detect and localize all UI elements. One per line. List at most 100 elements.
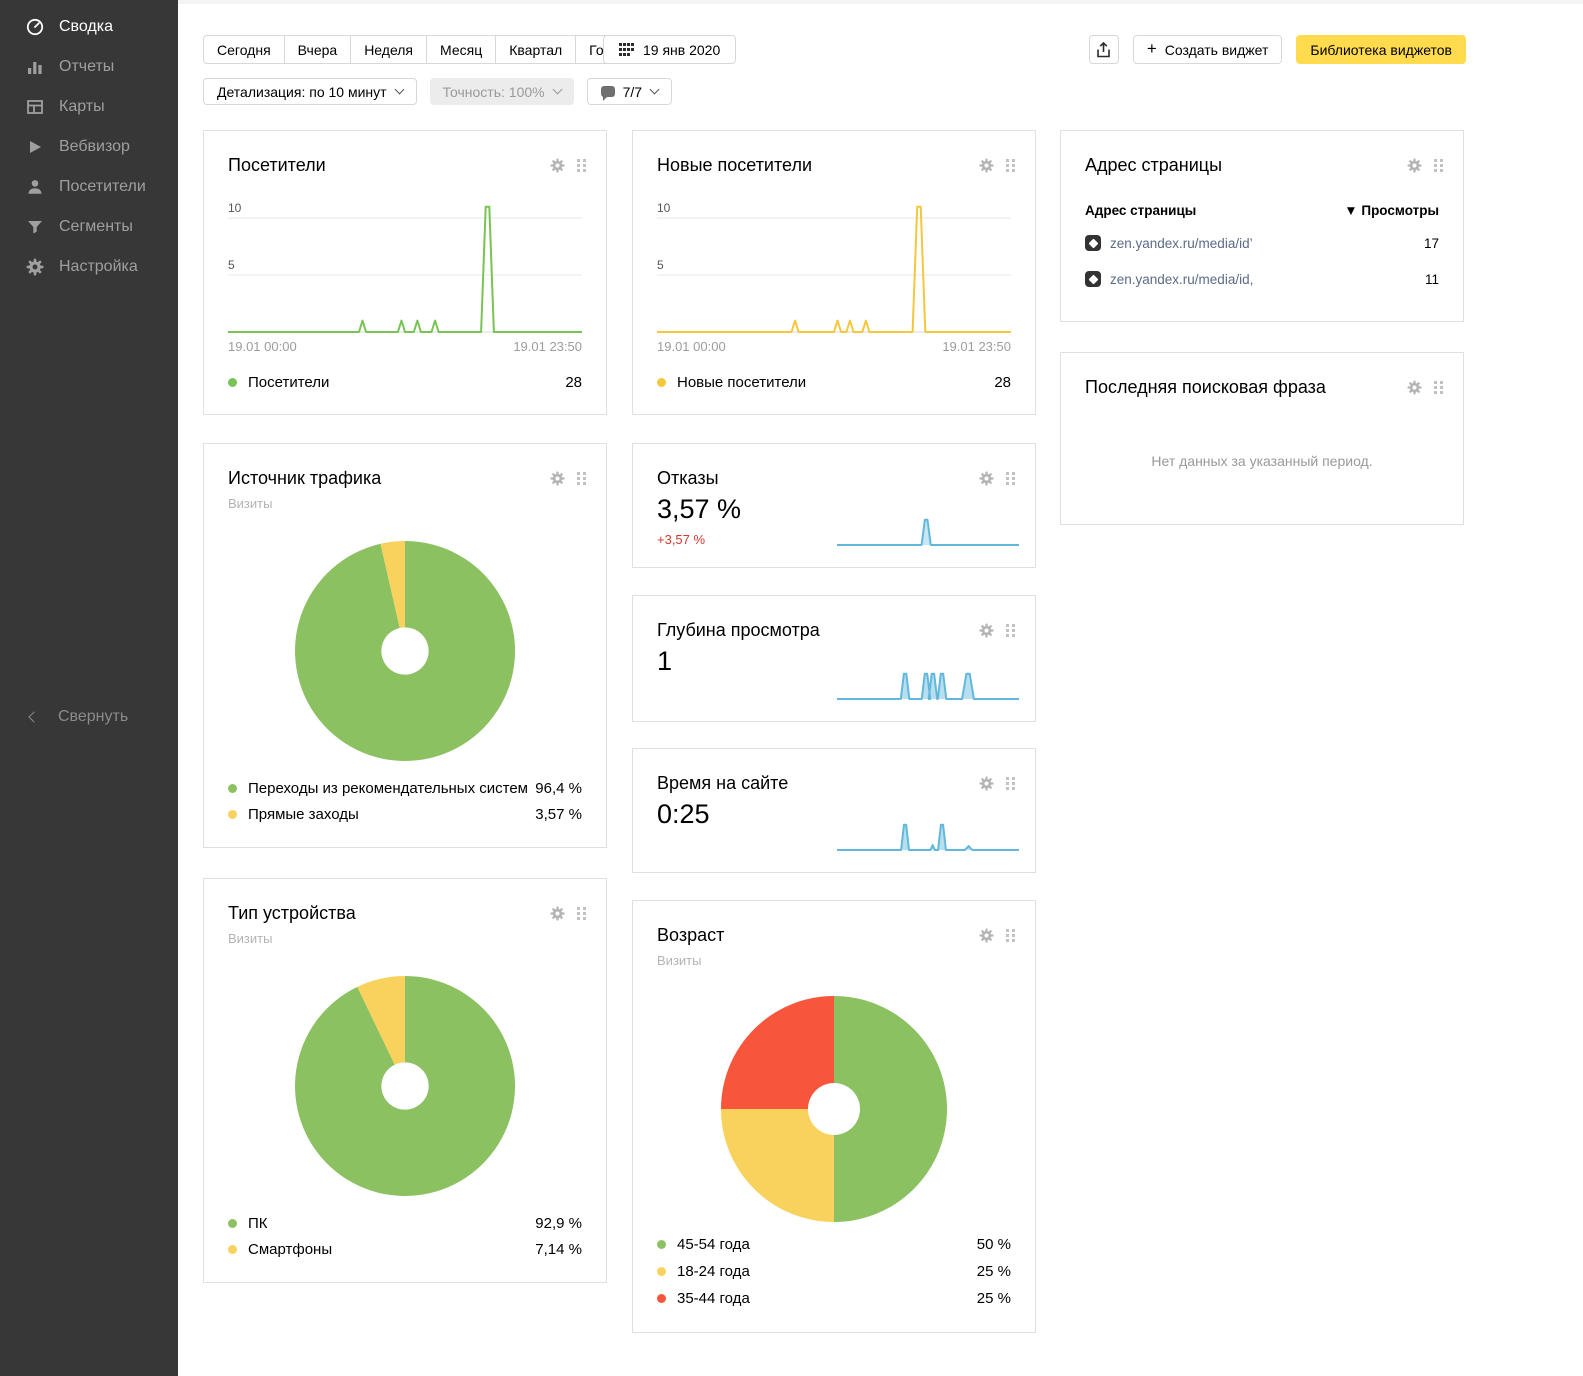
sidebar-item-label: Карты xyxy=(59,98,105,116)
sidebar-item-label: Сводка xyxy=(59,18,113,36)
comment-bubble-icon xyxy=(601,86,615,97)
accuracy-dropdown[interactable]: Точность: 100% xyxy=(430,78,574,105)
range-today-button[interactable]: Сегодня xyxy=(203,35,285,64)
legend-item: 35-44 года 25 % xyxy=(657,1285,1011,1312)
legend-dot xyxy=(228,810,237,819)
legend-dot xyxy=(228,1245,237,1254)
create-widget-button[interactable]: + Создать виджет xyxy=(1133,35,1283,64)
calendar-date-button[interactable]: 19 янв 2020 xyxy=(603,35,736,64)
table-row: zen.yandex.ru/media/id’ 17 xyxy=(1085,235,1439,251)
date-label: 19 янв 2020 xyxy=(643,42,720,58)
widget-title: Посетители xyxy=(228,155,326,176)
column-header-url[interactable]: Адрес страницы xyxy=(1085,203,1196,218)
zen-favicon xyxy=(1085,271,1101,287)
plus-icon: + xyxy=(1147,39,1157,59)
widget-settings-gear-icon[interactable] xyxy=(1407,158,1422,173)
kpi-delta: +3,57 % xyxy=(657,532,705,547)
zen-favicon xyxy=(1085,235,1101,251)
range-yesterday-button[interactable]: Вчера xyxy=(284,35,352,64)
widget-library-button[interactable]: Библиотека виджетов xyxy=(1296,35,1466,64)
widget-drag-handle-icon[interactable] xyxy=(1006,624,1015,637)
age-donut-chart xyxy=(721,996,947,1222)
goals-dropdown[interactable]: 7/7 xyxy=(587,78,672,105)
sidebar-item-reports[interactable]: Отчеты xyxy=(0,47,178,87)
widget-settings-gear-icon[interactable] xyxy=(979,471,994,486)
time-on-site-sparkline xyxy=(837,819,1019,851)
widget-device-type: Тип устройства Визиты ПК 92,9 % Смартфон… xyxy=(203,878,607,1283)
sidebar-collapse-button[interactable]: Свернуть xyxy=(0,700,178,734)
person-icon xyxy=(26,178,44,196)
legend-item: 18-24 года 25 % xyxy=(657,1258,1011,1285)
column-header-views-sorted[interactable]: ▼ Просмотры xyxy=(1344,203,1439,218)
traffic-source-donut-chart xyxy=(295,541,515,761)
top-strip xyxy=(178,0,1583,4)
legend-dot xyxy=(228,1219,237,1228)
new-visitors-line-chart: 510 xyxy=(657,199,1011,333)
legend-item: Прямые заходы 3,57 % xyxy=(228,801,582,827)
page-url-link[interactable]: zen.yandex.ru/media/id’ xyxy=(1110,236,1424,251)
chevron-down-icon xyxy=(552,85,562,95)
legend-item: ПК 92,9 % xyxy=(228,1210,582,1236)
widget-drag-handle-icon[interactable] xyxy=(1006,777,1015,790)
widget-settings-gear-icon[interactable] xyxy=(550,158,565,173)
views-value: 11 xyxy=(1425,272,1439,287)
sidebar-item-maps[interactable]: Карты xyxy=(0,87,178,127)
table-row: zen.yandex.ru/media/id, 11 xyxy=(1085,271,1439,287)
x-axis-end-label: 19.01 23:50 xyxy=(513,339,582,354)
visitors-line-chart: 510 xyxy=(228,199,582,333)
widget-drag-handle-icon[interactable] xyxy=(577,159,586,172)
gear-icon xyxy=(26,258,44,276)
legend-dot xyxy=(657,378,666,387)
svg-text:10: 10 xyxy=(228,201,242,215)
range-quarter-button[interactable]: Квартал xyxy=(495,35,576,64)
widget-new-visitors: Новые посетители 510 19.01 00:00 19.01 2… xyxy=(632,130,1036,415)
sidebar-item-segments[interactable]: Сегменты xyxy=(0,207,178,247)
widget-settings-gear-icon[interactable] xyxy=(979,623,994,638)
widget-drag-handle-icon[interactable] xyxy=(1434,381,1443,394)
legend-item: 45-54 года 50 % xyxy=(657,1231,1011,1258)
bounce-sparkline xyxy=(837,514,1019,546)
widget-settings-gear-icon[interactable] xyxy=(979,158,994,173)
detail-dropdown[interactable]: Детализация: по 10 минут xyxy=(203,78,417,105)
device-type-donut-chart xyxy=(295,976,515,1196)
page-url-link[interactable]: zen.yandex.ru/media/id, xyxy=(1110,272,1425,287)
widget-drag-handle-icon[interactable] xyxy=(577,907,586,920)
sidebar-item-webvisor[interactable]: Вебвизор xyxy=(0,127,178,167)
sidebar-item-visitors[interactable]: Посетители xyxy=(0,167,178,207)
kpi-value: 3,57 % xyxy=(657,494,741,525)
widget-drag-handle-icon[interactable] xyxy=(1006,929,1015,942)
widget-title: Тип устройства xyxy=(228,903,356,924)
detail-label: Детализация: по 10 минут xyxy=(217,84,387,100)
legend-item: Смартфоны 7,14 % xyxy=(228,1236,582,1262)
gauge-icon xyxy=(26,18,44,36)
widget-drag-handle-icon[interactable] xyxy=(1006,472,1015,485)
range-week-button[interactable]: Неделя xyxy=(350,35,427,64)
widget-drag-handle-icon[interactable] xyxy=(577,472,586,485)
widget-title: Возраст xyxy=(657,925,724,946)
sidebar-item-label: Вебвизор xyxy=(59,138,130,156)
widget-title: Адрес страницы xyxy=(1085,155,1222,176)
legend-dot xyxy=(657,1240,666,1249)
widget-subtitle: Визиты xyxy=(657,953,701,968)
widget-title: Отказы xyxy=(657,468,719,489)
widget-settings-gear-icon[interactable] xyxy=(979,928,994,943)
widget-settings-gear-icon[interactable] xyxy=(550,906,565,921)
sidebar-item-settings[interactable]: Настройка xyxy=(0,247,178,287)
widget-title: Время на сайте xyxy=(657,773,788,794)
widget-settings-gear-icon[interactable] xyxy=(550,471,565,486)
widget-settings-gear-icon[interactable] xyxy=(979,776,994,791)
play-icon xyxy=(26,138,44,156)
widget-title: Источник трафика xyxy=(228,468,381,489)
widget-page-depth: Глубина просмотра 1 xyxy=(632,595,1036,722)
range-month-button[interactable]: Месяц xyxy=(426,35,496,64)
sidebar-item-summary[interactable]: Сводка xyxy=(0,7,178,47)
widget-drag-handle-icon[interactable] xyxy=(1434,159,1443,172)
legend-dot xyxy=(657,1294,666,1303)
widget-subtitle: Визиты xyxy=(228,931,272,946)
create-widget-label: Создать виджет xyxy=(1165,42,1269,58)
export-button[interactable] xyxy=(1089,35,1119,64)
widget-drag-handle-icon[interactable] xyxy=(1006,159,1015,172)
widget-settings-gear-icon[interactable] xyxy=(1407,380,1422,395)
date-range-group: Сегодня Вчера Неделя Месяц Квартал Год xyxy=(203,35,625,64)
widget-title: Новые посетители xyxy=(657,155,812,176)
